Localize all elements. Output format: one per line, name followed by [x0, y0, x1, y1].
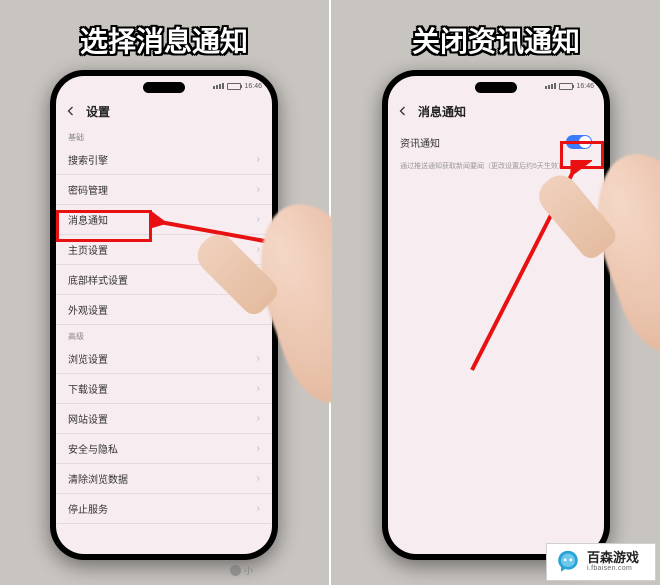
phone-right: 16:46 消息通知 资讯通知 通过推送通知获取新闻要闻（更改设置后约5天生效） [382, 70, 610, 560]
brand-watermark: 百森游戏 i.fbaisen.com [546, 543, 656, 581]
screen-right: 16:46 消息通知 资讯通知 通过推送通知获取新闻要闻（更改设置后约5天生效） [388, 76, 604, 554]
row-label: 清除浏览数据 [68, 471, 128, 486]
row-label: 主页设置 [68, 242, 108, 257]
chevron-right-icon: › [257, 244, 260, 255]
status-time: 16:46 [576, 83, 594, 90]
list-row-security[interactable]: 安全与隐私 › [56, 434, 272, 464]
wechat-icon [230, 565, 241, 576]
right-banner-title: 关闭资讯通知 [412, 20, 580, 60]
battery-icon [227, 83, 241, 90]
notch-icon [475, 82, 517, 93]
list-row-site[interactable]: 网站设置 › [56, 404, 272, 434]
list-row-download[interactable]: 下载设置 › [56, 374, 272, 404]
row-label: 搜索引擎 [68, 152, 108, 167]
left-banner-title: 选择消息通知 [80, 20, 248, 60]
list-row-notifications[interactable]: 消息通知 › [56, 205, 272, 235]
chevron-right-icon: › [257, 154, 260, 165]
back-arrow-icon[interactable] [64, 104, 78, 118]
list-row-browsing[interactable]: 浏览设置 › [56, 344, 272, 374]
chevron-right-icon: › [257, 473, 260, 484]
row-label: 底部样式设置 [68, 272, 128, 287]
chevron-right-icon: › [257, 184, 260, 195]
toggle-row-news: 资讯通知 [388, 126, 604, 158]
screen-left: 16:46 设置 基础 搜索引擎 › 密码管理 › 消息通知 › 主页设置 › 底部样式… [56, 76, 272, 554]
section-label-basic: 基础 [56, 126, 272, 145]
chevron-right-icon: › [257, 383, 260, 394]
brand-name-cn: 百森游戏 [587, 551, 639, 565]
status-time: 16:46 [244, 83, 262, 90]
row-label: 外观设置 [68, 302, 108, 317]
list-row-clear-data[interactable]: 清除浏览数据 › [56, 464, 272, 494]
list-row-password[interactable]: 密码管理 › [56, 175, 272, 205]
page-title: 消息通知 [418, 103, 466, 120]
section-label-advanced: 高级 [56, 325, 272, 344]
chevron-right-icon: › [257, 353, 260, 364]
page-title: 设置 [86, 103, 110, 120]
list-row-search-engine[interactable]: 搜索引擎 › [56, 145, 272, 175]
toggle-label: 资讯通知 [400, 135, 440, 150]
battery-icon [559, 83, 573, 90]
signal-icon [213, 83, 224, 89]
page-header: 消息通知 [388, 96, 604, 126]
row-label: 密码管理 [68, 182, 108, 197]
right-panel: 关闭资讯通知 16:46 消息通知 资讯通知 通过推送通知获取新闻要闻（更改设置… [332, 0, 660, 585]
back-arrow-icon[interactable] [396, 104, 410, 118]
list-row-stop-service[interactable]: 停止服务 › [56, 494, 272, 524]
brand-name-en: i.fbaisen.com [587, 565, 639, 573]
row-label: 停止服务 [68, 501, 108, 516]
chevron-right-icon: › [257, 413, 260, 424]
settings-list: 基础 搜索引擎 › 密码管理 › 消息通知 › 主页设置 › 底部样式设置 › 外观设置 ›… [56, 126, 272, 554]
brand-logo: 百森游戏 i.fbaisen.com [546, 543, 656, 581]
chevron-right-icon: › [257, 214, 260, 225]
wechat-label: 小 [244, 564, 253, 577]
row-label: 安全与隐私 [68, 441, 118, 456]
row-label: 浏览设置 [68, 351, 108, 366]
brand-logo-icon [553, 547, 583, 577]
wechat-watermark: 小 [230, 564, 253, 577]
row-label: 网站设置 [68, 411, 108, 426]
notch-icon [143, 82, 185, 93]
toggle-knob-icon [579, 136, 591, 148]
chevron-right-icon: › [257, 443, 260, 454]
news-toggle[interactable] [566, 135, 592, 149]
left-panel: 选择消息通知 16:46 设置 基础 搜索引擎 › 密码管理 › 消息通知 › 主页设… [0, 0, 328, 585]
chevron-right-icon: › [257, 503, 260, 514]
phone-left: 16:46 设置 基础 搜索引擎 › 密码管理 › 消息通知 › 主页设置 › 底部样式… [50, 70, 278, 560]
row-label: 消息通知 [68, 212, 108, 227]
row-label: 下载设置 [68, 381, 108, 396]
page-header: 设置 [56, 96, 272, 126]
toggle-description: 通过推送通知获取新闻要闻（更改设置后约5天生效） [388, 158, 604, 176]
signal-icon [545, 83, 556, 89]
